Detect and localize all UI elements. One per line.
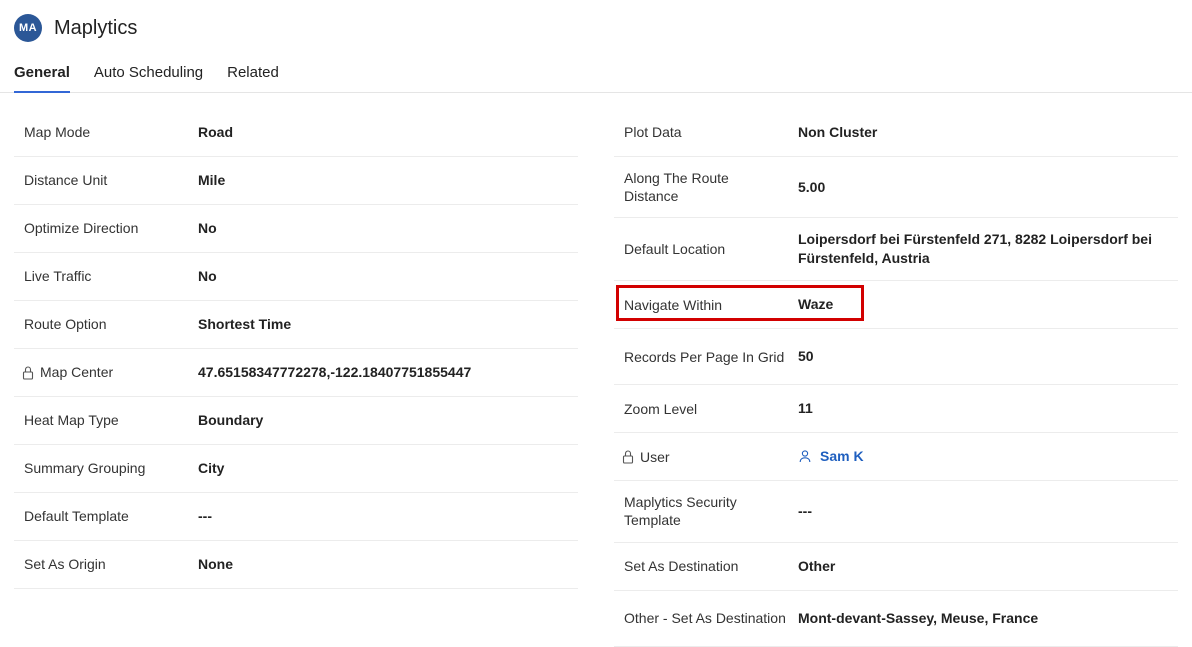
- label-plot-data: Plot Data: [624, 123, 792, 141]
- field-route-option[interactable]: Route Option Shortest Time: [14, 301, 578, 349]
- value-zoom-level: 11: [792, 399, 1172, 418]
- value-map-mode: Road: [192, 123, 572, 142]
- field-default-template[interactable]: Default Template ---: [14, 493, 578, 541]
- field-heat-map-type[interactable]: Heat Map Type Boundary: [14, 397, 578, 445]
- label-map-center: Map Center: [40, 363, 192, 381]
- form-columns: Map Mode Road Distance Unit Mile Optimiz…: [0, 109, 1192, 647]
- field-map-center[interactable]: Map Center 47.65158347772278,-122.184077…: [14, 349, 578, 397]
- label-default-template: Default Template: [24, 507, 192, 525]
- lock-icon: [622, 450, 638, 464]
- field-default-location[interactable]: Default Location Loipersdorf bei Fürsten…: [614, 218, 1178, 281]
- value-summary-grouping: City: [192, 459, 572, 478]
- label-summary-grouping: Summary Grouping: [24, 459, 192, 477]
- value-records-per-page: 50: [792, 347, 1172, 366]
- field-set-as-destination[interactable]: Set As Destination Other: [614, 543, 1178, 591]
- label-user: User: [640, 448, 792, 466]
- field-distance-unit[interactable]: Distance Unit Mile: [14, 157, 578, 205]
- value-route-option: Shortest Time: [192, 315, 572, 334]
- field-summary-grouping[interactable]: Summary Grouping City: [14, 445, 578, 493]
- label-map-mode: Map Mode: [24, 123, 192, 141]
- field-live-traffic[interactable]: Live Traffic No: [14, 253, 578, 301]
- value-optimize-direction: No: [192, 219, 572, 238]
- tab-bar: General Auto Scheduling Related: [0, 52, 1192, 93]
- label-along-route-distance: Along The Route Distance: [624, 169, 792, 205]
- label-set-as-destination: Set As Destination: [624, 557, 792, 575]
- column-right: Plot Data Non Cluster Along The Route Di…: [614, 109, 1178, 647]
- value-set-as-destination: Other: [792, 557, 1172, 576]
- label-zoom-level: Zoom Level: [624, 400, 792, 418]
- tab-auto-scheduling[interactable]: Auto Scheduling: [94, 58, 203, 93]
- field-along-route-distance[interactable]: Along The Route Distance 5.00: [614, 157, 1178, 218]
- field-plot-data[interactable]: Plot Data Non Cluster: [614, 109, 1178, 157]
- field-set-as-origin[interactable]: Set As Origin None: [14, 541, 578, 589]
- label-live-traffic: Live Traffic: [24, 267, 192, 285]
- value-distance-unit: Mile: [192, 171, 572, 190]
- label-heat-map-type: Heat Map Type: [24, 411, 192, 429]
- label-records-per-page: Records Per Page In Grid: [624, 348, 792, 366]
- field-map-mode[interactable]: Map Mode Road: [14, 109, 578, 157]
- value-plot-data: Non Cluster: [792, 123, 1172, 142]
- field-other-set-as-destination[interactable]: Other - Set As Destination Mont-devant-S…: [614, 591, 1178, 647]
- label-distance-unit: Distance Unit: [24, 171, 192, 189]
- value-along-route-distance: 5.00: [792, 178, 1172, 197]
- value-set-as-origin: None: [192, 555, 572, 574]
- field-navigate-within[interactable]: Navigate Within Waze: [614, 281, 1178, 329]
- label-navigate-within: Navigate Within: [624, 296, 792, 314]
- value-navigate-within: Waze: [792, 295, 1172, 314]
- column-left: Map Mode Road Distance Unit Mile Optimiz…: [14, 109, 578, 647]
- value-default-location: Loipersdorf bei Fürstenfeld 271, 8282 Lo…: [792, 230, 1172, 268]
- tab-general[interactable]: General: [14, 58, 70, 93]
- field-security-template[interactable]: Maplytics Security Template ---: [614, 481, 1178, 542]
- field-zoom-level[interactable]: Zoom Level 11: [614, 385, 1178, 433]
- label-other-set-as-destination: Other - Set As Destination: [624, 609, 792, 627]
- value-security-template: ---: [792, 502, 1172, 521]
- field-records-per-page[interactable]: Records Per Page In Grid 50: [614, 329, 1178, 385]
- avatar: MA: [14, 14, 42, 42]
- value-other-set-as-destination: Mont-devant-Sassey, Meuse, France: [792, 609, 1172, 628]
- value-heat-map-type: Boundary: [192, 411, 572, 430]
- page-header: MA Maplytics: [0, 0, 1192, 52]
- page-title: Maplytics: [54, 17, 137, 40]
- tab-related[interactable]: Related: [227, 58, 279, 93]
- field-user[interactable]: User Sam K: [614, 433, 1178, 481]
- value-map-center: 47.65158347772278,-122.18407751855447: [192, 363, 572, 382]
- label-default-location: Default Location: [624, 240, 792, 258]
- label-optimize-direction: Optimize Direction: [24, 219, 192, 237]
- label-security-template: Maplytics Security Template: [624, 493, 792, 529]
- value-live-traffic: No: [192, 267, 572, 286]
- value-user[interactable]: Sam K: [792, 447, 1172, 466]
- lock-icon: [22, 366, 38, 380]
- value-default-template: ---: [192, 507, 572, 526]
- field-optimize-direction[interactable]: Optimize Direction No: [14, 205, 578, 253]
- person-icon: [798, 449, 812, 463]
- user-name: Sam K: [820, 448, 864, 464]
- label-set-as-origin: Set As Origin: [24, 555, 192, 573]
- label-route-option: Route Option: [24, 315, 192, 333]
